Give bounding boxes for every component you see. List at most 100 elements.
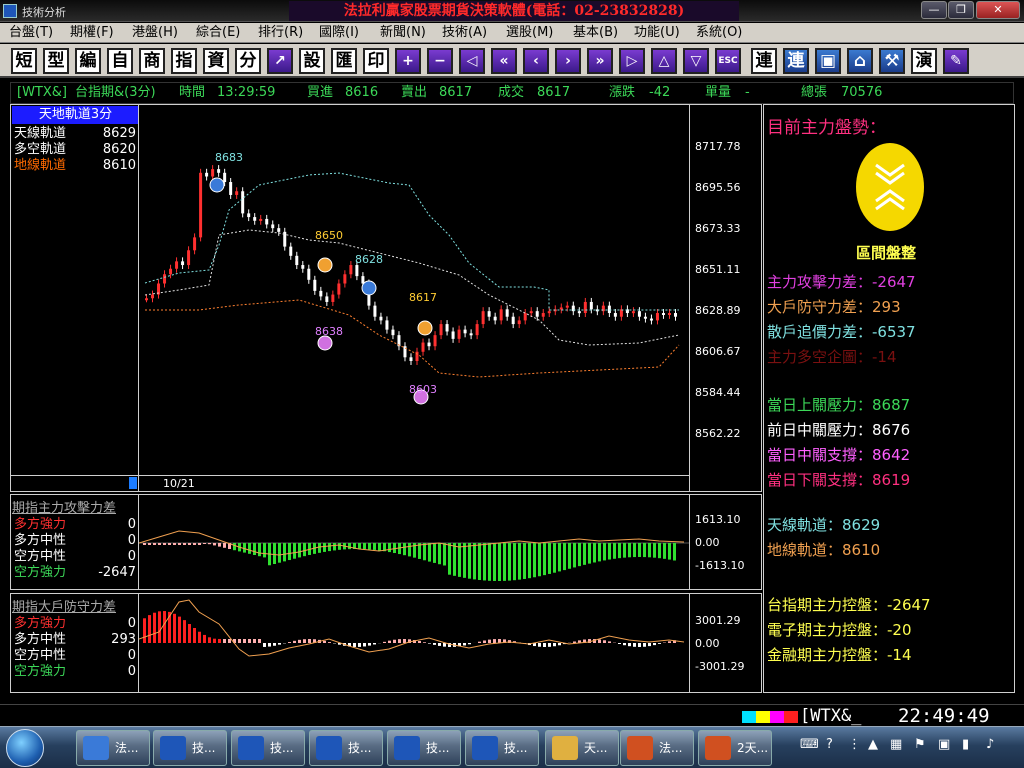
zoom-in-icon[interactable]: + <box>395 48 421 74</box>
link-button-2[interactable]: 連 <box>783 48 809 74</box>
ticker-input[interactable]: [WTX&_ <box>800 706 861 726</box>
tray-expand-icon[interactable]: ▲ <box>868 737 878 752</box>
price-tick-1: 8695.56 <box>695 181 741 194</box>
main-price-chart[interactable]: 天地軌道3分 天線軌道 8629 多空軌道 8620 地線軌道 8610 10/21 87… <box>10 104 762 492</box>
candlestick-plot[interactable]: 8683 8650 8628 8617 8638 8603 <box>139 105 689 475</box>
attack-force-title[interactable]: 期指主力攻擊力差 <box>12 497 116 516</box>
tool-button-1[interactable]: 型 <box>43 48 69 74</box>
tray-help-icon[interactable]: ? <box>826 737 833 752</box>
tool-button-b2[interactable]: 印 <box>363 48 389 74</box>
menu-item-2[interactable]: 港盤(H) <box>132 24 178 42</box>
taskbar-app-3[interactable]: 技... <box>309 730 383 766</box>
taskbar-app-1[interactable]: 技... <box>153 730 227 766</box>
tool-button-7[interactable]: 分 <box>235 48 261 74</box>
defense-force-chart[interactable]: 期指大戶防守力差 多方強力 0 多方中性 293 空方中性 0 空方強力 0 3001.29 0… <box>10 593 762 693</box>
taskbar-app-8[interactable]: 2天... <box>698 730 772 766</box>
menu-item-3[interactable]: 綜合(E) <box>196 24 240 42</box>
indicator-title[interactable]: 天地軌道3分 <box>12 106 139 124</box>
tool-button-3[interactable]: 自 <box>107 48 133 74</box>
up-icon[interactable]: △ <box>651 48 677 74</box>
back-icon[interactable]: ‹ <box>523 48 549 74</box>
marker-4 <box>317 335 333 351</box>
tray-windows-icon[interactable]: ▦ <box>890 737 902 752</box>
attack-force-chart[interactable]: 期指主力攻擊力差 多方強力 0 多方中性 0 空方中性 0 空方強力 -2647 1613.1… <box>10 494 762 590</box>
tray-volume-icon[interactable]: ♪ <box>986 737 994 752</box>
attack-row-2: 空方中性 0 <box>12 549 140 565</box>
level-line-0: 當日上關壓力：8687 <box>767 396 911 414</box>
scroll-handle[interactable] <box>129 477 137 489</box>
down-icon[interactable]: ▽ <box>683 48 709 74</box>
menu-item-0[interactable]: 台盤(T) <box>9 24 53 42</box>
fast-back-icon[interactable]: « <box>491 48 517 74</box>
minimize-button[interactable]: — <box>921 1 947 19</box>
menu-item-5[interactable]: 國際(I) <box>319 24 359 42</box>
taskbar-app-label-7: 法... <box>659 741 683 755</box>
attack-force-plot[interactable] <box>139 495 689 589</box>
date-label: 10/21 <box>163 477 195 490</box>
zoom-out-icon[interactable]: − <box>427 48 453 74</box>
tools-icon[interactable]: ⚒ <box>879 48 905 74</box>
last-icon[interactable]: ▷ <box>619 48 645 74</box>
start-button[interactable] <box>6 729 44 767</box>
defense-tick-2: -3001.29 <box>695 660 745 673</box>
tool-button-6[interactable]: 資 <box>203 48 229 74</box>
taskbar-app-6[interactable]: 天... <box>545 730 619 766</box>
fast-forward-icon[interactable]: » <box>587 48 613 74</box>
attack-force-legend: 多方強力 0 多方中性 0 空方中性 0 空方強力 -2647 <box>12 517 140 581</box>
defense-force-title[interactable]: 期指大戶防守力差 <box>12 596 116 615</box>
chart-type-icon[interactable]: ↗ <box>267 48 293 74</box>
menu-item-9[interactable]: 基本(B) <box>573 24 618 42</box>
tray-keyboard-icon[interactable]: ⌨ <box>800 737 819 752</box>
symbol-name: 台指期&(3分) <box>75 85 156 100</box>
demo-button[interactable]: 演 <box>911 48 937 74</box>
taskbar-app-2[interactable]: 技... <box>231 730 305 766</box>
main-legend-value-1: 8620 <box>102 142 136 157</box>
menu-item-8[interactable]: 選股(M) <box>506 24 553 42</box>
taskbar-app-icon-0 <box>83 736 109 760</box>
taskbar-app-icon-1 <box>160 736 186 760</box>
tray-monitor-icon[interactable]: ▣ <box>938 737 950 752</box>
menu-item-11[interactable]: 系統(O) <box>696 24 742 42</box>
menu-item-10[interactable]: 功能(U) <box>634 24 680 42</box>
forward-icon[interactable]: › <box>555 48 581 74</box>
tool-button-b0[interactable]: 設 <box>299 48 325 74</box>
bottom-status-bar: [WTX&_ 22:49:49 <box>0 704 1024 727</box>
tool-button-4[interactable]: 商 <box>139 48 165 74</box>
close-button[interactable]: ✕ <box>976 1 1020 19</box>
taskbar-app-0[interactable]: 法... <box>76 730 150 766</box>
restore-button[interactable]: ❐ <box>948 1 974 19</box>
attack-row-0: 多方強力 0 <box>12 517 140 533</box>
tray-options-icon[interactable]: ⋮ <box>848 737 861 752</box>
title-bar: 技術分析 法拉利贏家股票期貨決策軟體(電話：02-23832828) — ❐ ✕ <box>0 0 1024 22</box>
taskbar-app-icon-8 <box>705 736 731 760</box>
clock: 22:49:49 <box>898 705 990 727</box>
track-line-1: 地線軌道：8610 <box>767 541 881 559</box>
defense-row-0: 多方強力 0 <box>12 616 140 632</box>
menu-item-4[interactable]: 排行(R) <box>258 24 303 42</box>
tray-network-icon[interactable]: ▮ <box>962 737 969 752</box>
tool-button-2[interactable]: 編 <box>75 48 101 74</box>
tool-button-0[interactable]: 短 <box>11 48 37 74</box>
taskbar-app-5[interactable]: 技... <box>465 730 539 766</box>
defense-force-plot[interactable] <box>139 594 689 692</box>
price-tick-6: 8584.44 <box>695 386 741 399</box>
volume-value: - <box>745 85 750 100</box>
lock-icon[interactable]: ⌂ <box>847 48 873 74</box>
menu-item-6[interactable]: 新聞(N) <box>380 24 426 42</box>
first-icon[interactable]: ◁ <box>459 48 485 74</box>
attack-value-0: 0 <box>127 517 136 532</box>
taskbar-app-7[interactable]: 法... <box>620 730 694 766</box>
menu-item-7[interactable]: 技術(A) <box>442 24 487 42</box>
window-title: 技術分析 <box>22 6 66 19</box>
menu-item-1[interactable]: 期權(F) <box>70 24 114 42</box>
tool-button-5[interactable]: 指 <box>171 48 197 74</box>
tray-flag-icon[interactable]: ⚑ <box>914 737 926 752</box>
edit-icon[interactable]: ✎ <box>943 48 969 74</box>
total-value: 70576 <box>841 85 883 100</box>
taskbar-app-4[interactable]: 技... <box>387 730 461 766</box>
tool-button-b1[interactable]: 匯 <box>331 48 357 74</box>
link-button-1[interactable]: 連 <box>751 48 777 74</box>
escape-icon[interactable]: ESC <box>715 48 741 74</box>
window-icon[interactable]: ▣ <box>815 48 841 74</box>
taskbar-app-label-1: 技... <box>192 741 216 755</box>
